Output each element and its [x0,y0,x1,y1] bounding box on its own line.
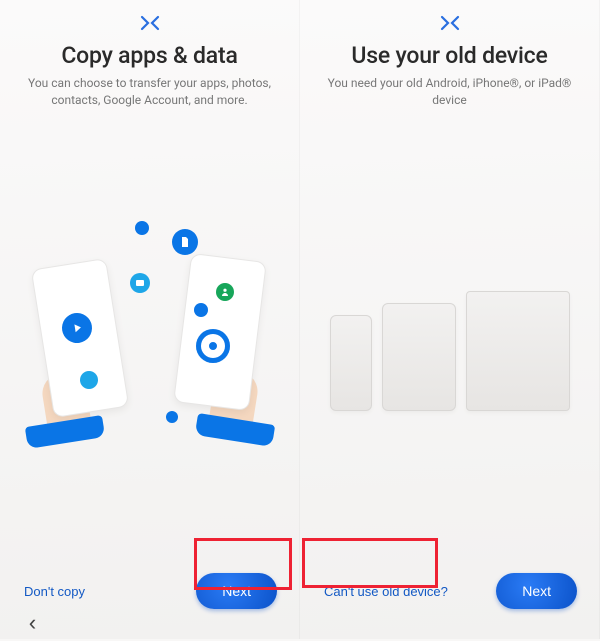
screen-use-old-device: Use your old device You need your old An… [300,0,600,639]
ring-icon [196,329,230,363]
file-icon [172,229,198,255]
device-tablet-large-icon [466,291,570,411]
page-title: Use your old device [318,42,581,69]
collapse-arrows-icon [136,14,164,32]
page-title: Copy apps & data [18,42,281,69]
collapse-arrows-icon [436,14,464,32]
page-subtitle: You can choose to transfer your apps, ph… [18,75,281,110]
dont-copy-link[interactable]: Don't copy [22,580,87,603]
screen-copy-apps-data: Copy apps & data You can choose to trans… [0,0,300,639]
next-button[interactable]: Next [496,573,577,609]
back-button[interactable]: ‹ [22,608,43,641]
apps-icon [194,303,208,317]
person-icon [216,283,234,301]
illustration-transfer [18,120,281,543]
footer-bar: Don't copy Next ‹ [18,543,281,639]
next-button[interactable]: Next [196,573,277,609]
footer-bar: Can't use old device? Next [318,543,581,639]
device-phone-icon [330,315,372,411]
data-dot-icon [135,221,149,235]
page-subtitle: You need your old Android, iPhone®, or i… [318,75,581,110]
photo-icon [130,273,150,293]
illustration-devices [318,120,581,543]
data-dot-icon [166,411,178,423]
cloud-icon [80,371,98,389]
cant-use-old-device-link[interactable]: Can't use old device? [322,580,450,603]
device-tablet-small-icon [382,303,456,411]
